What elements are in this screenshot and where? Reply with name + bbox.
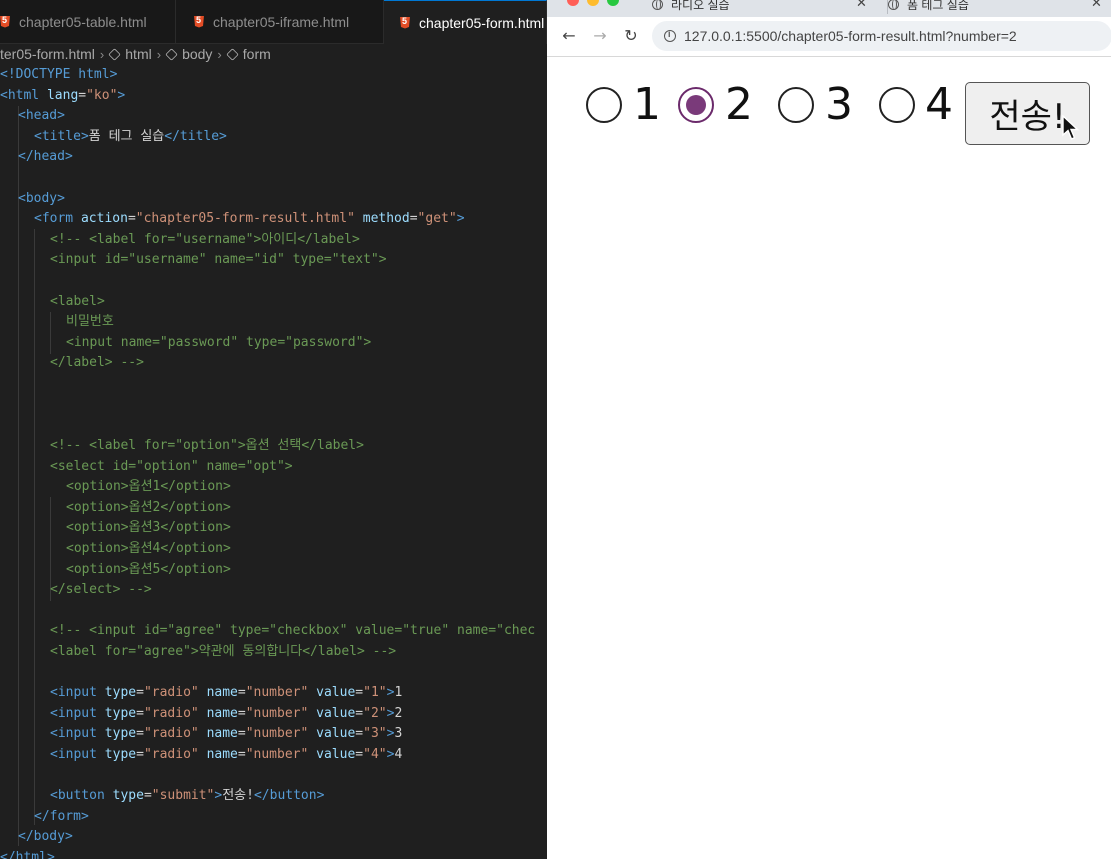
tab-label: chapter05-iframe.html (213, 13, 350, 30)
info-icon[interactable] (664, 29, 676, 42)
browser-tab-label: 라디오 실습 (671, 0, 730, 12)
code-line: <input name="password" type="password"> (66, 334, 372, 350)
breadcrumb-file[interactable]: ter05-form.html (0, 46, 95, 62)
breadcrumb-html[interactable]: html (125, 46, 151, 62)
code-line: <!DOCTYPE html> (0, 65, 117, 86)
string-token: "ko" (86, 87, 118, 103)
chevron-right-icon: › (156, 46, 162, 62)
radio-label-3: 3 (825, 79, 853, 130)
code-line: <form action="chapter05-form-result.html… (34, 211, 465, 227)
radio-4[interactable] (879, 87, 915, 123)
close-window-icon[interactable] (567, 0, 579, 6)
radio-label-2: 2 (725, 79, 753, 130)
code-line: <!-- <label for="option">옵션 선택</label> (50, 438, 364, 453)
tab-chapter05-iframe[interactable]: chapter05-iframe.html (176, 0, 384, 43)
page-content: 1 2 3 4 전송! (547, 57, 1111, 859)
editor-tab-bar: chapter05-table.html chapter05-iframe.ht… (0, 0, 547, 44)
string-token: "get" (417, 211, 457, 227)
browser-tab-form[interactable]: 폼 테그 실습 (887, 0, 969, 14)
code-line: <option>옵션5</option> (66, 561, 231, 577)
chevron-right-icon: › (99, 46, 105, 62)
tab-label: chapter05-form.html (419, 14, 545, 31)
symbol-icon (165, 47, 178, 61)
back-icon[interactable]: ← (557, 25, 581, 47)
code-line: </label> --> (50, 355, 144, 371)
globe-icon (652, 0, 663, 10)
code-line: <body> (18, 190, 65, 206)
indent-guide (18, 106, 19, 846)
forward-icon[interactable]: → (588, 25, 612, 47)
code-line: <label> (50, 293, 105, 309)
string-token: "chapter05-form-result.html" (135, 211, 355, 227)
doctype-token: <!DOCTYPE html> (0, 67, 118, 82)
code-line: <!-- <label for="username">아이디</label> (50, 231, 360, 247)
indent-guide (50, 312, 51, 354)
code-line: <label for="agree">약관에 동의합니다</label> --> (50, 644, 397, 659)
code-line: <title>폼 테그 실습</title> (34, 128, 227, 144)
html5-icon (400, 16, 410, 29)
minimize-window-icon[interactable] (587, 0, 599, 6)
symbol-icon (226, 47, 239, 61)
radio-label-4: 4 (925, 79, 953, 130)
radio-label-1: 1 (633, 79, 661, 130)
maximize-window-icon[interactable] (607, 0, 619, 6)
code-line: <input type="radio" name="number" value=… (50, 705, 403, 721)
breadcrumb-form[interactable]: form (243, 46, 271, 62)
title-text-token: 폼 테그 실습 (88, 128, 165, 144)
code-line: 비밀번호 (66, 314, 114, 330)
code-line: </head> (18, 149, 73, 165)
code-line: <html lang="ko"> (0, 87, 126, 103)
browser-window: 라디오 실습 ✕ 폼 테그 실습 ✕ ← → ↻ 127.0.0.1:5500/… (547, 0, 1111, 859)
tag-token: html (7, 87, 40, 103)
code-line: <input type="radio" name="number" value=… (50, 726, 403, 742)
code-line: <option>옵션2</option> (66, 499, 231, 515)
breadcrumb-body[interactable]: body (182, 46, 212, 62)
browser-toolbar: ← → ↻ 127.0.0.1:5500/chapter05-form-resu… (547, 17, 1111, 57)
html5-icon (194, 15, 204, 28)
html5-icon (0, 15, 10, 28)
code-line: </html> (0, 850, 55, 859)
chevron-right-icon: › (217, 46, 222, 62)
code-line: </select> --> (50, 582, 152, 598)
browser-tab-label: 폼 테그 실습 (907, 0, 969, 12)
url-text[interactable]: 127.0.0.1:5500/chapter05-form-result.htm… (684, 28, 1017, 44)
address-bar[interactable]: 127.0.0.1:5500/chapter05-form-result.htm… (652, 21, 1111, 51)
code-line: <head> (18, 108, 65, 124)
code-line: <button type="submit">전송!</button> (50, 788, 325, 804)
code-editor[interactable]: chapter05-table.html chapter05-iframe.ht… (0, 0, 547, 859)
tab-chapter05-table[interactable]: chapter05-table.html (0, 0, 176, 43)
code-line: <option>옵션3</option> (66, 520, 231, 536)
browser-tab-radio[interactable]: 라디오 실습 (652, 0, 730, 14)
tab-chapter05-form[interactable]: chapter05-form.html (384, 0, 547, 44)
globe-icon (888, 0, 899, 10)
code-line: <select id="option" name="opt"> (50, 458, 293, 474)
symbol-icon (108, 47, 121, 61)
radio-3[interactable] (778, 87, 814, 123)
indent-guide (34, 229, 35, 825)
breadcrumb: ter05-form.html › html › body › form (0, 43, 547, 65)
tab-label: chapter05-table.html (19, 13, 147, 30)
code-line: <!-- <input id="agree" type="checkbox" v… (50, 623, 536, 639)
code-line: <input type="radio" name="number" value=… (50, 747, 403, 762)
radio-1[interactable] (586, 87, 622, 123)
code-line: <option>옵션1</option> (66, 479, 231, 495)
attr-token: lang (46, 87, 79, 103)
code-line: <option>옵션4</option> (66, 541, 231, 556)
close-tab-icon[interactable]: ✕ (1091, 0, 1102, 11)
close-tab-icon[interactable]: ✕ (856, 0, 867, 11)
code-line: <input type="radio" name="number" value=… (50, 685, 403, 701)
browser-tab-strip: 라디오 실습 ✕ 폼 테그 실습 ✕ (547, 0, 1111, 17)
radio-2[interactable] (678, 87, 714, 123)
code-line: <input id="username" name="id" type="tex… (50, 252, 387, 268)
code-line: </form> (34, 808, 89, 824)
mouse-cursor-icon (1062, 115, 1080, 140)
code-line: </body> (18, 829, 73, 845)
reload-icon[interactable]: ↻ (619, 25, 643, 47)
